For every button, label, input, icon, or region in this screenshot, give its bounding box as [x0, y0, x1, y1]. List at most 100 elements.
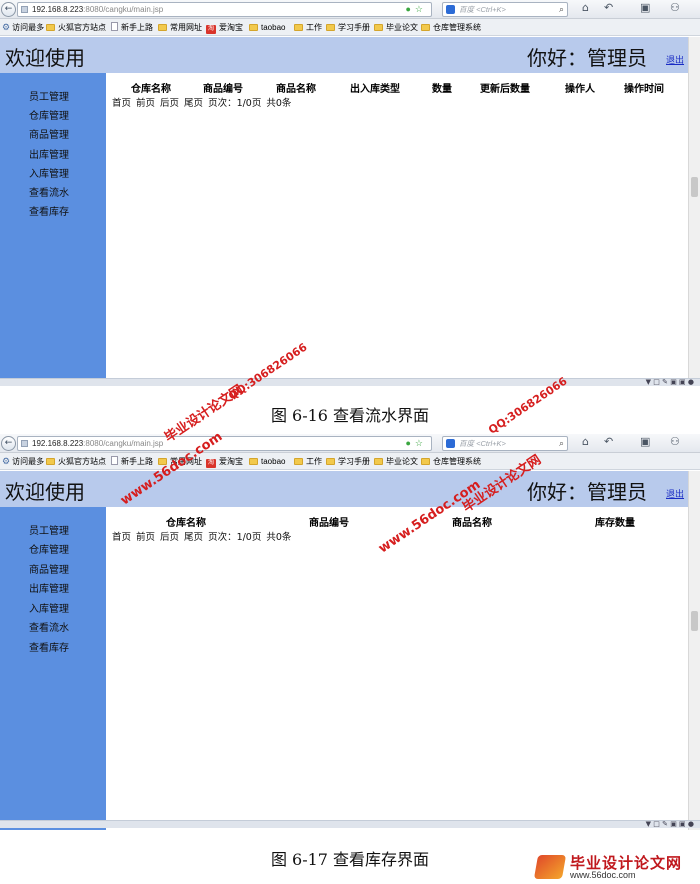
bookmark-taobao[interactable]: taobao [249, 19, 285, 36]
record-count: 共0条 [266, 98, 292, 109]
browser-statusbar: ▼ □ ✎ ▣ ▣ ● [0, 820, 700, 828]
bookmark-common-sites[interactable]: 常用网址 [158, 453, 202, 470]
user-greeting: 你好：管理员 [527, 480, 647, 504]
crop-tool-icon[interactable]: ▣ [640, 435, 650, 448]
bookmark-getting-started[interactable]: 新手上路 [111, 19, 153, 36]
bookmark-taobao[interactable]: taobao [249, 453, 285, 470]
column-header: 仓库名称 [166, 518, 206, 529]
sidebar-item-warehouse[interactable]: 仓库管理 [29, 541, 69, 556]
bookmark-thesis[interactable]: 毕业论文 [374, 19, 418, 36]
statusbar-tool-icons[interactable]: ▼ □ ✎ ▣ ▣ ● [646, 820, 694, 828]
search-icon[interactable]: ⌕ [559, 437, 564, 450]
folder-icon [46, 458, 55, 465]
reload-star-icons[interactable]: ●☆ [405, 437, 427, 450]
bookmark-study[interactable]: 学习手册 [326, 453, 370, 470]
sidebar-item-view-log[interactable]: 查看流水 [29, 619, 69, 634]
vertical-scrollbar[interactable] [688, 471, 700, 830]
baidu-engine-icon[interactable] [446, 5, 455, 14]
sidebar-item-outbound[interactable]: 出库管理 [29, 580, 69, 595]
prev-page-link[interactable]: 前页 [136, 532, 155, 543]
back-arrow-icon[interactable]: ← [1, 436, 16, 451]
page-favicon-icon [21, 440, 28, 447]
page-icon [111, 22, 118, 31]
search-input[interactable]: 百度 <Ctrl+K> ⌕ [442, 2, 568, 17]
next-page-link[interactable]: 后页 [160, 532, 179, 543]
address-bar[interactable]: 192.168.8.223:8080/cangku/main.jsp ●☆ [17, 2, 432, 17]
browser-navbar: ← 192.168.8.223:8080/cangku/main.jsp ●☆ … [0, 0, 700, 19]
first-page-link[interactable]: 首页 [112, 532, 131, 543]
bookmark-study[interactable]: 学习手册 [326, 19, 370, 36]
sidebar-item-inbound[interactable]: 入库管理 [29, 165, 69, 180]
gear-icon: ⚙ [2, 22, 11, 32]
sidebar-item-staff[interactable]: 员工管理 [29, 522, 69, 537]
bookmark-aitaobao[interactable]: 淘爱淘宝 [206, 453, 243, 470]
search-placeholder: 百度 <Ctrl+K> [459, 5, 506, 14]
sidebar-item-outbound[interactable]: 出库管理 [29, 146, 69, 161]
search-input[interactable]: 百度 <Ctrl+K> ⌕ [442, 436, 568, 451]
taobao-icon: 淘 [206, 25, 216, 34]
bookmark-thesis[interactable]: 毕业论文 [374, 453, 418, 470]
vertical-scrollbar[interactable] [688, 37, 700, 380]
record-count: 共0条 [266, 532, 292, 543]
welcome-title: 欢迎使用 [5, 480, 85, 504]
column-header: 商品编号 [203, 84, 243, 95]
sidebar-item-inbound[interactable]: 入库管理 [29, 600, 69, 615]
bookmark-most-visited[interactable]: ⚙ 访问最多 [2, 453, 44, 470]
column-header: 商品名称 [452, 518, 492, 529]
bookmark-getting-started[interactable]: 新手上路 [111, 453, 153, 470]
first-page-link[interactable]: 首页 [112, 98, 131, 109]
last-page-link[interactable]: 尾页 [184, 98, 203, 109]
home-icon[interactable]: ⌂ [582, 435, 589, 448]
bookmarks-bar: ⚙ 访问最多 火狐官方站点 新手上路 常用网址 淘爱淘宝 taobao 工作 学习… [0, 19, 700, 36]
addon-icon[interactable]: ⚇ [670, 435, 680, 448]
page-info: 页次：1/0页 [208, 532, 262, 543]
column-header: 商品名称 [276, 84, 316, 95]
last-page-link[interactable]: 尾页 [184, 532, 203, 543]
statusbar-tool-icons[interactable]: ▼ □ ✎ ▣ ▣ ● [646, 378, 694, 386]
prev-page-link[interactable]: 前页 [136, 98, 155, 109]
bookmark-firefox[interactable]: 火狐官方站点 [46, 453, 106, 470]
folder-icon [421, 24, 430, 31]
addon-icon[interactable]: ⚇ [670, 1, 680, 14]
bookmark-firefox[interactable]: 火狐官方站点 [46, 19, 106, 36]
sidebar-menu: 员工管理 仓库管理 商品管理 出库管理 入库管理 查看流水 查看库存 [0, 73, 106, 380]
app-header: 欢迎使用 你好：管理员 退出 [0, 37, 688, 73]
baidu-engine-icon[interactable] [446, 439, 455, 448]
user-greeting: 你好：管理员 [527, 46, 647, 70]
sidebar-item-view-stock[interactable]: 查看库存 [29, 639, 69, 654]
sidebar-item-warehouse[interactable]: 仓库管理 [29, 107, 69, 122]
browser-statusbar: ▼ □ ✎ ▣ ▣ ● [0, 378, 700, 386]
address-bar[interactable]: 192.168.8.223:8080/cangku/main.jsp ●☆ [17, 436, 432, 451]
sidebar-item-view-log[interactable]: 查看流水 [29, 184, 69, 199]
scrollbar-thumb[interactable] [691, 177, 698, 197]
sidebar-menu: 员工管理 仓库管理 商品管理 出库管理 入库管理 查看流水 查看库存 [0, 507, 106, 830]
history-back-icon[interactable]: ↶ [604, 435, 613, 448]
bookmark-common-sites[interactable]: 常用网址 [158, 19, 202, 36]
bookmark-aitaobao[interactable]: 淘爱淘宝 [206, 19, 243, 36]
logout-link[interactable]: 退出 [666, 53, 684, 66]
bookmark-work[interactable]: 工作 [294, 19, 322, 36]
logo-badge-icon [533, 855, 567, 879]
reload-star-icons[interactable]: ●☆ [405, 3, 427, 16]
screenshot-transaction-log: ← 192.168.8.223:8080/cangku/main.jsp ●☆ … [0, 0, 700, 386]
welcome-title: 欢迎使用 [5, 46, 85, 70]
scrollbar-thumb[interactable] [691, 611, 698, 631]
bookmark-warehouse-system[interactable]: 仓库管理系统 [421, 19, 481, 36]
sidebar-item-goods[interactable]: 商品管理 [29, 126, 69, 141]
column-header: 库存数量 [595, 518, 635, 529]
bookmark-most-visited[interactable]: ⚙ 访问最多 [2, 19, 44, 36]
gear-icon: ⚙ [2, 456, 11, 466]
bookmark-warehouse-system[interactable]: 仓库管理系统 [421, 453, 481, 470]
crop-tool-icon[interactable]: ▣ [640, 1, 650, 14]
next-page-link[interactable]: 后页 [160, 98, 179, 109]
sidebar-item-view-stock[interactable]: 查看库存 [29, 203, 69, 218]
logout-link[interactable]: 退出 [666, 487, 684, 500]
home-icon[interactable]: ⌂ [582, 1, 589, 14]
back-arrow-icon[interactable]: ← [1, 2, 16, 17]
folder-icon [294, 24, 303, 31]
bookmark-work[interactable]: 工作 [294, 453, 322, 470]
sidebar-item-staff[interactable]: 员工管理 [29, 88, 69, 103]
sidebar-item-goods[interactable]: 商品管理 [29, 561, 69, 576]
history-back-icon[interactable]: ↶ [604, 1, 613, 14]
search-icon[interactable]: ⌕ [559, 3, 564, 16]
